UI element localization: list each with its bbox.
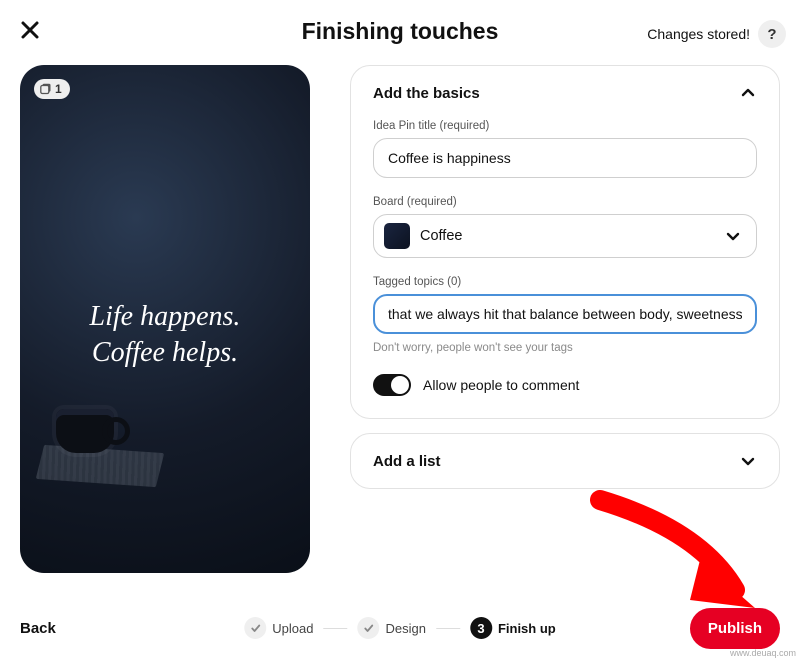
topics-field-label: Tagged topics (0) — [373, 276, 757, 288]
pin-preview[interactable]: 1 Life happens. Coffee helps. — [20, 65, 310, 573]
publish-button[interactable]: Publish — [690, 608, 780, 649]
check-icon — [357, 617, 379, 639]
board-field-label: Board (required) — [373, 196, 757, 208]
back-button[interactable]: Back — [20, 620, 56, 637]
basics-panel-title: Add the basics — [373, 85, 480, 102]
step-upload[interactable]: Upload — [244, 617, 313, 639]
step-design[interactable]: Design — [357, 617, 425, 639]
step-number-icon: 3 — [470, 617, 492, 639]
allow-comments-label: Allow people to comment — [423, 377, 579, 393]
watermark: www.deuaq.com — [730, 648, 796, 658]
topics-hint: Don't worry, people won't see your tags — [373, 342, 757, 354]
save-status: Changes stored! — [647, 26, 750, 42]
help-button[interactable]: ? — [758, 20, 786, 48]
step-indicator: Upload Design 3 Finish up — [244, 617, 555, 639]
chevron-up-icon — [739, 84, 757, 102]
preview-decor-cup — [56, 409, 114, 453]
add-list-title: Add a list — [373, 453, 441, 470]
board-select[interactable]: Coffee — [373, 214, 757, 258]
step-separator — [323, 628, 347, 629]
chevron-down-icon — [739, 452, 757, 470]
basics-panel-header[interactable]: Add the basics — [373, 84, 757, 102]
toggle-knob — [391, 376, 409, 394]
close-button[interactable] — [20, 20, 40, 44]
allow-comments-toggle[interactable] — [373, 374, 411, 396]
board-thumbnail — [384, 223, 410, 249]
pin-title-input[interactable] — [373, 138, 757, 178]
add-list-panel[interactable]: Add a list — [350, 433, 780, 489]
tagged-topics-input[interactable] — [373, 294, 757, 334]
step-separator — [436, 628, 460, 629]
preview-caption: Life happens. Coffee helps. — [20, 299, 310, 372]
page-count-badge: 1 — [34, 79, 70, 99]
board-selected-name: Coffee — [420, 228, 724, 244]
title-field-label: Idea Pin title (required) — [373, 120, 757, 132]
chevron-down-icon — [724, 227, 742, 245]
step-finish[interactable]: 3 Finish up — [470, 617, 556, 639]
check-icon — [244, 617, 266, 639]
basics-panel: Add the basics Idea Pin title (required)… — [350, 65, 780, 419]
page-count: 1 — [55, 82, 62, 96]
page-title: Finishing touches — [302, 18, 499, 45]
